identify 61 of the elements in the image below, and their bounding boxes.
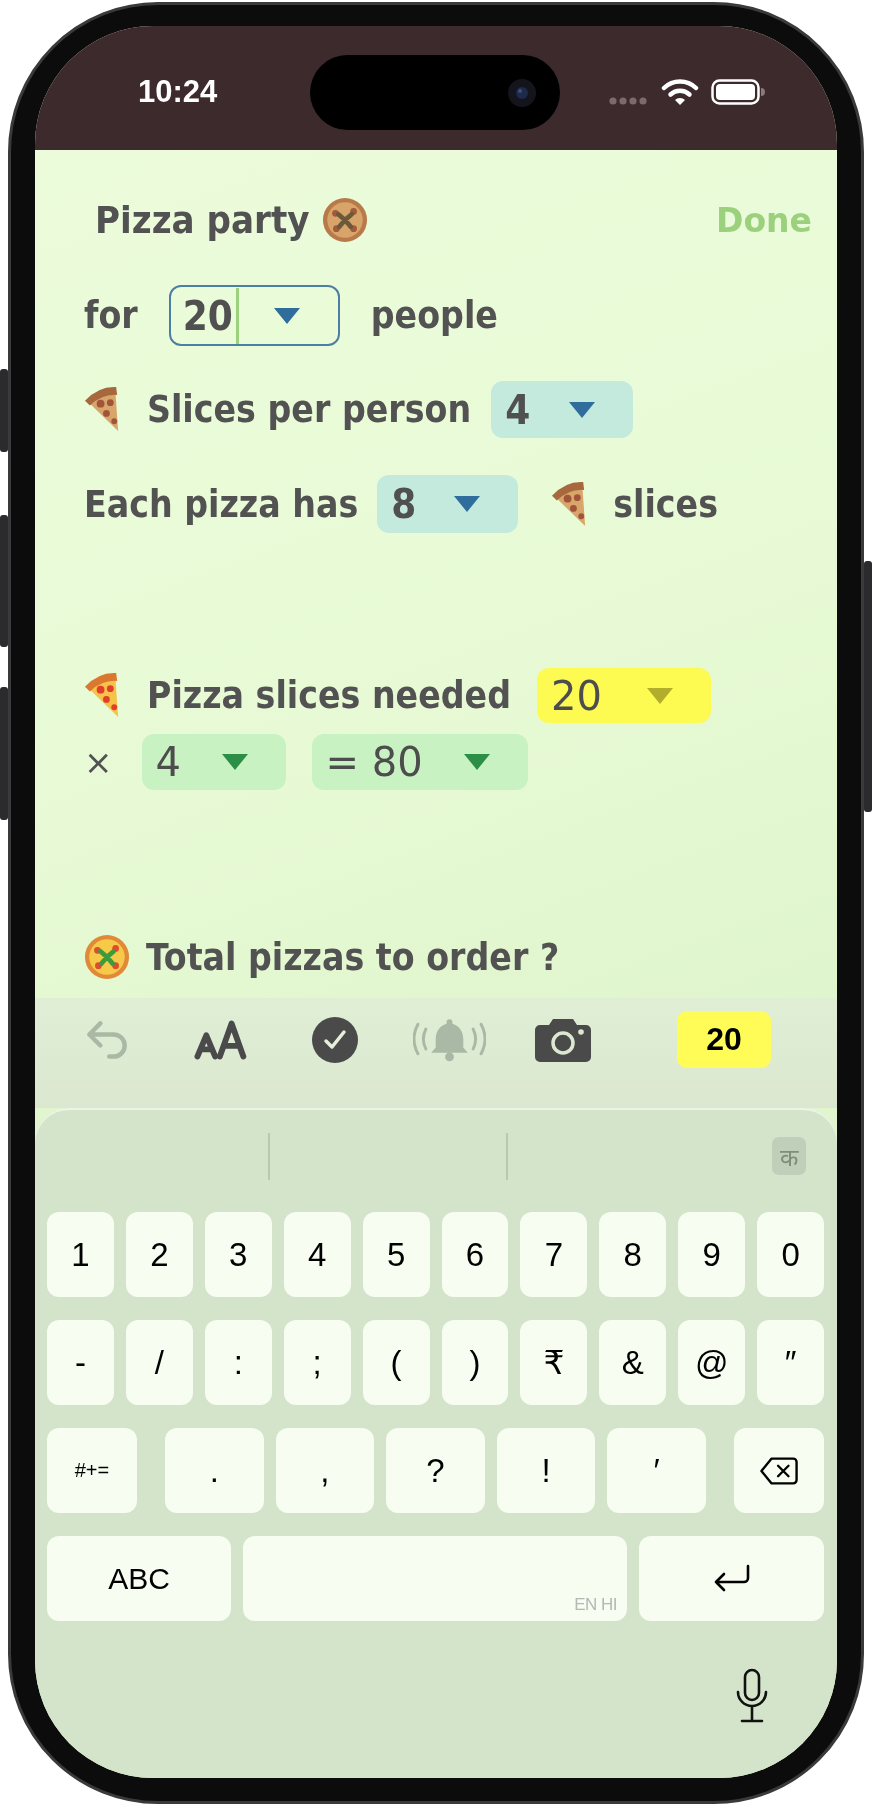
- total-pizzas-label: Total pizzas to order ?: [146, 935, 560, 979]
- keyboard-key[interactable]: /: [125, 1320, 193, 1405]
- keyboard-key[interactable]: ?: [386, 1428, 485, 1513]
- keyboard-key[interactable]: 4: [283, 1212, 351, 1297]
- result-chip[interactable]: 20: [677, 1011, 771, 1068]
- keyboard-key[interactable]: .: [165, 1428, 264, 1513]
- slices-per-person-label: Slices per person: [147, 388, 472, 431]
- keyboard-key[interactable]: 6: [441, 1212, 509, 1297]
- backspace-icon: [759, 1455, 798, 1486]
- app-title: Pizza party: [95, 198, 310, 242]
- slices-needed-dropdown[interactable]: 20: [537, 668, 711, 723]
- front-camera-icon: [508, 79, 536, 107]
- multiply-sign: ×: [84, 742, 113, 782]
- each-pizza-label: Each pizza has: [84, 482, 359, 526]
- keyboard-key[interactable]: ′: [607, 1428, 706, 1513]
- keyboard-key[interactable]: 8: [599, 1212, 667, 1297]
- keyboard-key[interactable]: 0: [757, 1212, 825, 1297]
- keyboard-key[interactable]: 3: [204, 1212, 272, 1297]
- status-time: 10:24: [138, 74, 218, 110]
- keyboard-key[interactable]: -: [47, 1320, 114, 1405]
- signal-icon: [609, 97, 647, 105]
- keyboard-key[interactable]: 2: [125, 1212, 193, 1297]
- factor-dropdown[interactable]: 4: [141, 734, 286, 790]
- caret-icon: [221, 754, 248, 770]
- keyboard-key[interactable]: ₹: [520, 1320, 588, 1405]
- people-count-field[interactable]: 20: [168, 285, 340, 346]
- keyboard-key[interactable]: !: [496, 1428, 596, 1513]
- keyboard-key[interactable]: :: [204, 1320, 272, 1405]
- keyboard-key[interactable]: 7: [520, 1212, 588, 1297]
- keyboard-key[interactable]: &: [599, 1320, 667, 1405]
- keyboard-key[interactable]: ″: [757, 1320, 825, 1405]
- pizza-icon: [84, 934, 130, 980]
- keyboard-key[interactable]: ): [441, 1320, 509, 1405]
- letters-key[interactable]: ABC: [47, 1536, 231, 1621]
- caret-icon: [463, 754, 490, 770]
- keyboard-key[interactable]: 5: [362, 1212, 430, 1297]
- keyboard-key[interactable]: 1: [47, 1212, 114, 1297]
- caret-icon: [273, 307, 300, 324]
- delete-key[interactable]: [733, 1428, 824, 1513]
- caret-icon: [454, 496, 481, 512]
- slices-per-pizza-dropdown[interactable]: 8: [377, 475, 519, 533]
- keyboard-key[interactable]: 9: [678, 1212, 746, 1297]
- battery-icon: [711, 79, 765, 105]
- text-cursor-icon: [235, 287, 239, 344]
- slices-needed-label: Pizza slices needed: [147, 674, 511, 717]
- people-label: people: [370, 294, 498, 337]
- slices-per-person-dropdown[interactable]: 4: [491, 381, 634, 438]
- camera-icon[interactable]: [535, 1017, 591, 1062]
- keyboard-key[interactable]: ,: [275, 1428, 375, 1513]
- symbols-key[interactable]: #+=: [47, 1428, 137, 1513]
- slices-label: slices: [613, 482, 718, 526]
- result-dropdown[interactable]: = 80: [311, 734, 528, 790]
- caret-icon: [569, 401, 596, 418]
- pizza-icon: [321, 197, 368, 243]
- keyboard-key[interactable]: (: [362, 1320, 430, 1405]
- caret-icon: [647, 687, 673, 704]
- keyboard-key[interactable]: ;: [283, 1320, 351, 1405]
- keyboard-key[interactable]: @: [678, 1320, 746, 1405]
- wifi-icon: [661, 78, 699, 106]
- checkmark-circle-icon[interactable]: [312, 1016, 358, 1063]
- for-label: for: [84, 294, 138, 337]
